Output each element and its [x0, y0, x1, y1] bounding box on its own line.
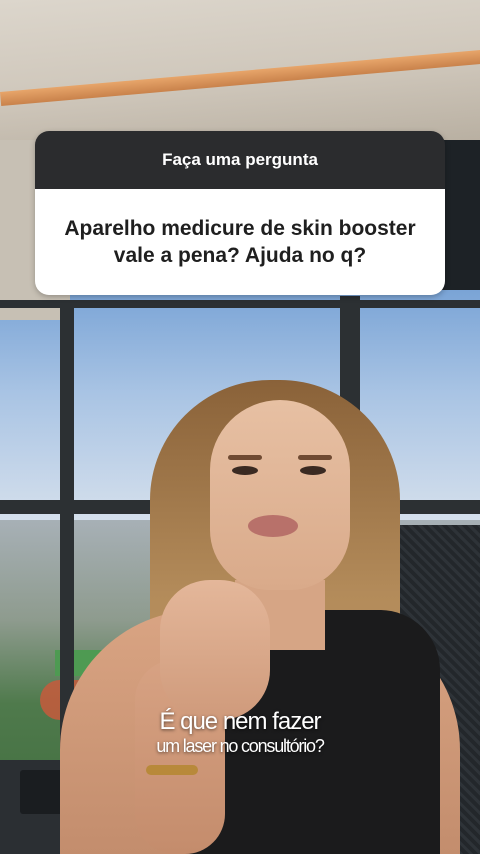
eyebrow [298, 455, 332, 460]
bracelet [146, 765, 198, 775]
eyebrow [228, 455, 262, 460]
caption-line-2: um laser no consultório? [156, 736, 325, 756]
lips [248, 515, 298, 537]
question-sticker-header: Faça uma pergunta [35, 131, 445, 189]
caption-line-1: É que nem fazer [159, 708, 321, 735]
question-sticker[interactable]: Faça uma pergunta Aparelho medicure de s… [35, 131, 445, 295]
person-face [210, 400, 350, 590]
person-hands [160, 580, 270, 720]
caption: É que nem fazer um laser no consultório? [120, 708, 360, 756]
question-text: Aparelho medicure de skin booster vale a… [64, 217, 416, 267]
question-sticker-body: Aparelho medicure de skin booster vale a… [35, 189, 445, 295]
question-sticker-title: Faça uma pergunta [162, 150, 318, 169]
window-frame [0, 300, 480, 308]
eye [300, 466, 326, 475]
eye [232, 466, 258, 475]
